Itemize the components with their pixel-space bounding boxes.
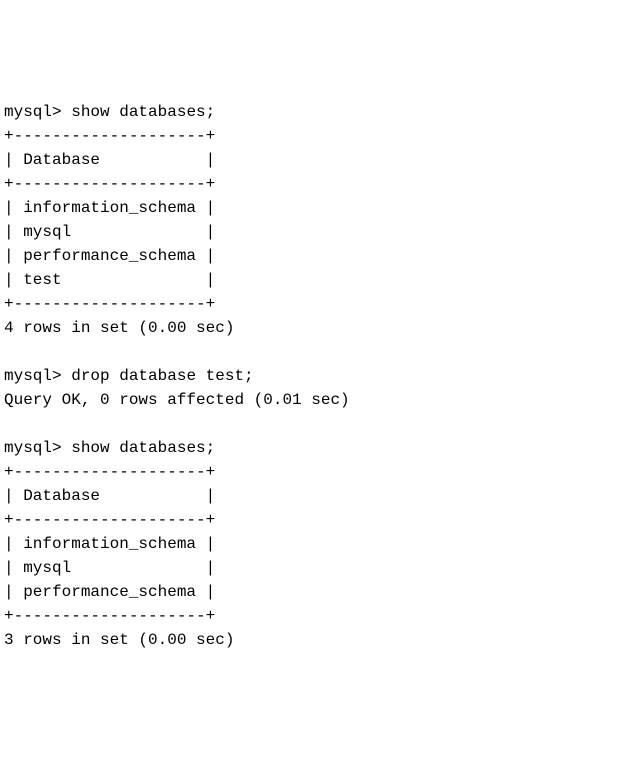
table-row: | test | <box>4 268 629 292</box>
table-row: | information_schema | <box>4 532 629 556</box>
prompt-line: mysql> show databases; <box>4 436 629 460</box>
table-row: | mysql | <box>4 220 629 244</box>
table-header: | Database | <box>4 148 629 172</box>
table-row: | performance_schema | <box>4 580 629 604</box>
table-header: | Database | <box>4 484 629 508</box>
command-text: drop database test; <box>71 367 253 385</box>
blank-line <box>4 340 629 364</box>
prompt-line: mysql> show databases; <box>4 100 629 124</box>
table-border: +--------------------+ <box>4 124 629 148</box>
blank-line <box>4 412 629 436</box>
prompt: mysql> <box>4 367 62 385</box>
table-border: +--------------------+ <box>4 508 629 532</box>
table-row: | mysql | <box>4 556 629 580</box>
prompt: mysql> <box>4 103 62 121</box>
result-line: Query OK, 0 rows affected (0.01 sec) <box>4 388 629 412</box>
prompt-line: mysql> drop database test; <box>4 364 629 388</box>
table-border: +--------------------+ <box>4 604 629 628</box>
prompt: mysql> <box>4 439 62 457</box>
table-border: +--------------------+ <box>4 172 629 196</box>
table-border: +--------------------+ <box>4 292 629 316</box>
table-row: | performance_schema | <box>4 244 629 268</box>
table-row: | information_schema | <box>4 196 629 220</box>
mysql-terminal: mysql> show databases;+-----------------… <box>4 100 629 652</box>
result-line: 4 rows in set (0.00 sec) <box>4 316 629 340</box>
table-border: +--------------------+ <box>4 460 629 484</box>
command-text: show databases; <box>71 103 215 121</box>
result-line: 3 rows in set (0.00 sec) <box>4 628 629 652</box>
command-text: show databases; <box>71 439 215 457</box>
